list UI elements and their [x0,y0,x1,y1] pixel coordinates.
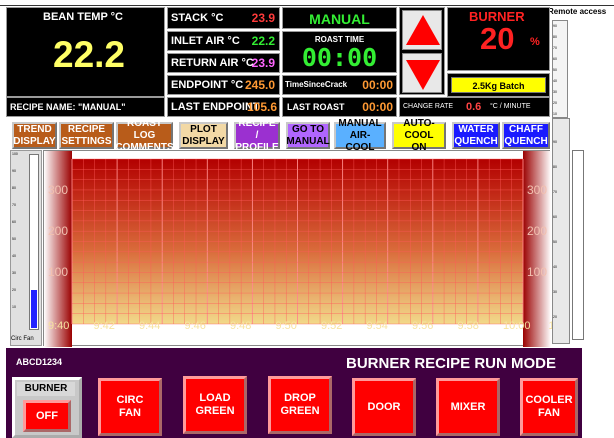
footer-mode-title: BURNER RECIPE RUN MODE [346,355,557,372]
right-scale-ticks: 90 80 70 60 50 40 30 20 10 [553,24,557,116]
load-green-button[interactable]: LOAD GREEN [183,376,247,434]
chaff-quench-button[interactable]: CHAFF QUENCH [502,122,550,149]
recipe-settings-button[interactable]: RECIPE SETTINGS [59,122,114,149]
time-since-crack-label: TimeSinceCrack [285,80,348,89]
right-axis-band [523,151,551,347]
y-tick-right-300: 300 [527,183,548,197]
x-tick-row: 9:40 9:42 9:44 9:46 9:48 9:50 9:52 9:54 9:56 9:58… [44,320,561,336]
endpoint-row[interactable]: ENDPOINT °C 245.0 [167,75,280,95]
time-since-crack-row: TimeSinceCrack 00:00 [282,75,397,95]
x-tick-label: 9:48 [230,320,252,332]
return-air-label: RETURN AIR °C [171,57,254,69]
change-rate-value: 0.6 [466,101,482,113]
x-tick-label: 9:44 [139,320,161,332]
inlet-temp-label: INLET AIR °C [171,35,240,47]
x-tick-label: 9:40 [48,320,70,332]
roast-plot: 300 200 100 300 200 100 9:40 9:42 9:44 9:46… [43,150,561,347]
trend-display-button[interactable]: TREND DISPLAY [12,122,57,149]
x-tick-label: 10:00 [503,320,531,332]
last-roast-label: LAST ROAST [287,102,345,112]
footer-code: ABCD1234 [16,357,63,367]
window-top-bar [0,0,614,6]
right-gauge-track[interactable] [572,150,584,340]
x-tick-label: 9:46 [184,320,206,332]
y-tick-left-300: 300 [48,183,69,197]
arrow-down-icon [406,60,440,90]
burner-down-button[interactable] [402,53,442,93]
return-air-row: RETURN AIR °C 23.9 [167,53,280,73]
left-gauge-ticks: 100 90 80 70 60 50 40 30 20 10 [12,152,18,309]
stack-temp-row: STACK °C 23.9 [167,7,280,29]
plot-grid-lines [71,158,524,325]
right-gauge-ticks: 90 80 70 60 50 40 30 20 [553,140,557,319]
roast-time-panel: ROAST TIME 00:00 [282,31,397,73]
burner-toggle-label: BURNER [17,382,75,396]
recipe-profile-button[interactable]: RECIPE / PROFILE [234,118,280,153]
left-axis-band [44,151,72,347]
mixer-button[interactable]: MIXER [436,378,500,436]
y-tick-right-200: 200 [527,224,548,238]
y-tick-left-100: 100 [48,265,69,279]
last-endpoint-row: LAST ENDPOINT 105.6 [167,97,280,117]
mode-label: MANUAL [309,11,370,27]
bean-temp-panel: BEAN TEMP °C 22.2 [6,7,165,97]
inlet-temp-value: 22.2 [251,34,275,48]
endpoint-label: ENDPOINT °C [171,79,244,91]
burner-panel: BURNER 20 % [447,7,550,71]
burner-up-button[interactable] [402,10,442,50]
change-rate-row: CHANGE RATE 0.6 °C / MINUTE [399,97,550,117]
y-tick-right-100: 100 [527,265,548,279]
last-endpoint-value: 105.6 [246,100,277,114]
plot-grid-svg [44,151,551,347]
bean-temp-label: BEAN TEMP °C [43,11,123,23]
y-tick-left-200: 200 [48,224,69,238]
x-tick-label: 9:58 [457,320,479,332]
inlet-temp-row: INLET AIR °C 22.2 [167,31,280,51]
roast-log-button[interactable]: ROAST LOG COMMENTS [115,118,173,153]
burner-unit: % [530,36,540,48]
circ-fan-gauge-track[interactable] [29,154,39,330]
goto-manual-button[interactable]: GO TO MANUAL [286,122,330,149]
return-air-value: 23.9 [251,56,275,70]
burner-adjust-panel [399,7,445,95]
burner-value: 20 [480,21,515,56]
circ-fan-button[interactable]: CIRC FAN [98,378,162,436]
x-tick-label: 9:54 [366,320,388,332]
burner-toggle-button[interactable]: BURNER OFF [12,377,82,438]
last-roast-value: 00:00 [362,100,393,114]
mode-panel: MANUAL [282,7,397,29]
stack-temp-label: STACK °C [171,12,224,24]
drop-green-button[interactable]: DROP GREEN [268,376,332,434]
circ-fan-gauge-fill [31,290,37,328]
stack-temp-value: 23.9 [251,11,275,25]
last-roast-row: LAST ROAST 00:00 [282,97,397,117]
remote-access-label: Remote access [548,7,607,16]
x-tick-label: 9:42 [93,320,115,332]
recipe-name-label: RECIPE NAME: "MANUAL" [10,102,126,112]
plot-display-button[interactable]: PLOT DISPLAY [179,122,228,149]
roast-time-value: 00:00 [301,43,378,72]
time-since-crack-value: 00:00 [362,78,393,92]
change-rate-unit: °C / MINUTE [490,103,531,110]
x-tick-label: 9:50 [275,320,297,332]
recipe-name-panel: RECIPE NAME: "MANUAL" [6,97,165,117]
cooler-fan-button[interactable]: COOLER FAN [520,378,578,436]
x-tick-label: 9:52 [321,320,343,332]
bean-temp-value: 22.2 [53,34,126,75]
water-quench-button[interactable]: WATER QUENCH [452,122,500,149]
manual-aircool-button[interactable]: MANUAL AIR-COOL [334,118,386,153]
change-rate-label: CHANGE RATE [403,103,454,110]
batch-panel: 2.5Kg Batch [447,73,550,97]
door-button[interactable]: DOOR [352,378,416,436]
endpoint-value: 245.0 [244,78,275,92]
circ-fan-gauge-label: Circ Fan [11,336,34,342]
burner-off-state: OFF [23,400,71,432]
autocool-button[interactable]: AUTO-COOL ON [392,118,446,153]
x-tick-label: 9:56 [412,320,434,332]
batch-label: 2.5Kg Batch [451,77,546,93]
arrow-up-icon [406,15,440,45]
